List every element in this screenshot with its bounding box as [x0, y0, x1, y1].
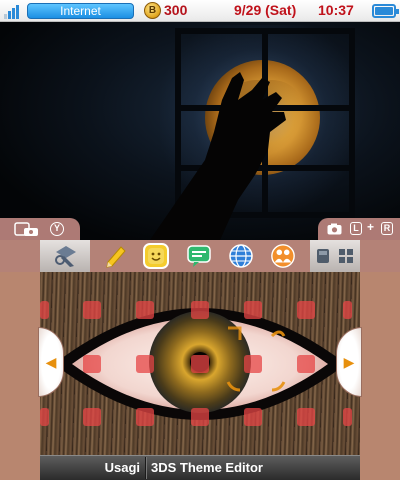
bottom-frame-right: [360, 455, 400, 480]
arrow-right-icon: ▶: [343, 353, 355, 370]
globe-icon: [229, 244, 253, 268]
arrow-left-icon: ◀: [45, 353, 57, 370]
battery-icon: [372, 4, 399, 18]
chat-bubble-icon: [187, 245, 211, 267]
coin-icon: B: [144, 2, 161, 19]
icon-slot[interactable]: [191, 355, 209, 373]
icon-slot[interactable]: [343, 301, 352, 319]
plus-glyph: +: [367, 220, 375, 234]
smiley-icon: [148, 248, 164, 264]
icon-slot[interactable]: [191, 301, 209, 319]
icon-slot[interactable]: [136, 355, 154, 373]
single-view-button[interactable]: [314, 247, 332, 265]
grid-view-button[interactable]: [337, 247, 355, 265]
icon-slot[interactable]: [343, 408, 352, 426]
status-bar: Internet B 300 9/29 (Sat) 10:37: [0, 0, 400, 22]
internet-browser-button[interactable]: [228, 243, 254, 269]
icon-slot[interactable]: [136, 408, 154, 426]
bottom-screen: ◀ ▶ Usagi 3DS Theme Editor: [0, 240, 400, 480]
top-screen: [0, 0, 400, 240]
app-icon-bar: [0, 240, 400, 272]
settings-tool-icon: [55, 246, 76, 267]
hand-silhouette: [150, 72, 286, 240]
icon-slot[interactable]: [83, 408, 101, 426]
single-view-icon: [317, 249, 329, 263]
notes-pencil-icon: [106, 246, 126, 268]
frame-right: [360, 272, 400, 457]
frame-left: [0, 272, 40, 457]
icon-slot[interactable]: [83, 355, 101, 373]
l-button-icon: L: [350, 222, 362, 235]
icon-slot[interactable]: [40, 301, 49, 319]
icon-slot[interactable]: [40, 408, 49, 426]
icon-slot[interactable]: [244, 408, 262, 426]
notes-app-button[interactable]: [103, 243, 129, 269]
bottom-frame-left: [0, 455, 40, 480]
settings-button[interactable]: [40, 240, 90, 272]
coin-count: 300: [164, 2, 188, 18]
icon-slot[interactable]: [136, 301, 154, 319]
time-display: 10:37: [318, 2, 354, 18]
connection-badge: Internet: [27, 3, 134, 19]
icon-slot[interactable]: [297, 301, 315, 319]
y-button-icon: Y: [50, 222, 64, 236]
screenshot-shortcut-tab[interactable]: [0, 218, 80, 240]
view-toggle: [310, 240, 360, 272]
friends-icon: [271, 244, 295, 268]
camera-icon: [14, 222, 38, 236]
signal-icon: [4, 3, 24, 19]
icon-slot[interactable]: [297, 355, 315, 373]
date-display: 9/29 (Sat): [234, 2, 297, 18]
camera-icon: [327, 223, 342, 235]
chat-app-button[interactable]: [186, 243, 212, 269]
icon-slot[interactable]: [244, 301, 262, 319]
icon-slot[interactable]: [297, 408, 315, 426]
caption-title: 3DS Theme Editor: [151, 460, 263, 475]
icon-slot[interactable]: [244, 355, 262, 373]
miiverse-app-button[interactable]: [143, 243, 169, 269]
grid-view-icon: [339, 249, 353, 263]
friend-list-button[interactable]: [270, 243, 296, 269]
caption-divider: [145, 457, 147, 479]
user-name: Usagi: [104, 460, 140, 475]
r-button-icon: R: [381, 222, 393, 235]
icon-slot[interactable]: [83, 301, 101, 319]
icon-slot[interactable]: [191, 408, 209, 426]
